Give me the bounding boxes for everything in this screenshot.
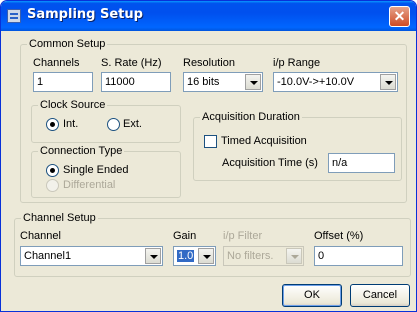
differential-radio (46, 179, 59, 192)
channel-label: Channel (20, 230, 61, 242)
offset-input[interactable]: 0 (314, 246, 403, 266)
input-range-label: i/p Range (273, 57, 321, 69)
channels-label: Channels (33, 57, 80, 69)
resolution-select[interactable]: 16 bits (183, 72, 263, 92)
ok-button[interactable]: OK (282, 284, 342, 307)
window-title: Sampling Setup (27, 7, 143, 22)
cancel-button[interactable]: Cancel (350, 284, 410, 307)
channel-setup-legend: Channel Setup (21, 212, 98, 224)
timed-acquisition-label: Timed Acquisition (221, 135, 307, 147)
app-icon (7, 9, 21, 23)
differential-label: Differential (63, 179, 116, 191)
clock-ext-radio[interactable] (107, 118, 120, 131)
connection-type-legend: Connection Type (38, 145, 125, 157)
sample-rate-label: S. Rate (Hz) (101, 57, 162, 69)
input-filter-select: No filters. (223, 246, 304, 266)
chevron-down-icon (286, 248, 302, 264)
clock-source-legend: Clock Source (38, 99, 108, 111)
chevron-down-icon[interactable] (145, 248, 161, 264)
input-filter-value: No filters. (227, 250, 274, 262)
offset-label: Offset (%) (314, 230, 364, 242)
timed-acquisition-checkbox[interactable] (204, 135, 217, 148)
acquisition-time-input[interactable]: n/a (328, 153, 395, 173)
sample-rate-input[interactable]: 11000 (101, 72, 171, 92)
channel-value: Channel1 (24, 250, 72, 262)
clock-ext-label: Ext. (123, 118, 142, 130)
channel-select[interactable]: Channel1 (20, 246, 163, 266)
chevron-down-icon[interactable] (245, 74, 261, 90)
chevron-down-icon[interactable] (380, 74, 396, 90)
clock-int-radio[interactable] (46, 118, 59, 131)
acquisition-time-label: Acquisition Time (s) (222, 157, 318, 169)
resolution-label: Resolution (183, 57, 235, 69)
chevron-down-icon[interactable] (198, 248, 214, 264)
gain-value: 1.0 (177, 250, 195, 262)
gain-select[interactable]: 1.0 (173, 246, 216, 266)
input-range-select[interactable]: -10.0V->+10.0V (273, 72, 398, 92)
single-ended-label: Single Ended (63, 164, 129, 176)
acquisition-duration-legend: Acquisition Duration (200, 111, 302, 123)
gain-label: Gain (173, 230, 197, 242)
close-button[interactable]: ✕ (389, 6, 410, 27)
clock-int-label: Int. (63, 118, 79, 130)
channels-input[interactable]: 1 (33, 72, 93, 92)
input-filter-label: i/p Filter (223, 230, 263, 242)
single-ended-radio[interactable] (46, 164, 59, 177)
common-setup-legend: Common Setup (27, 38, 108, 50)
title-bar[interactable]: Sampling Setup ✕ (1, 1, 416, 31)
resolution-value: 16 bits (187, 76, 220, 88)
sampling-setup-dialog: Sampling Setup ✕ Common Setup Channels S… (0, 0, 417, 312)
input-range-value: -10.0V->+10.0V (277, 76, 355, 88)
